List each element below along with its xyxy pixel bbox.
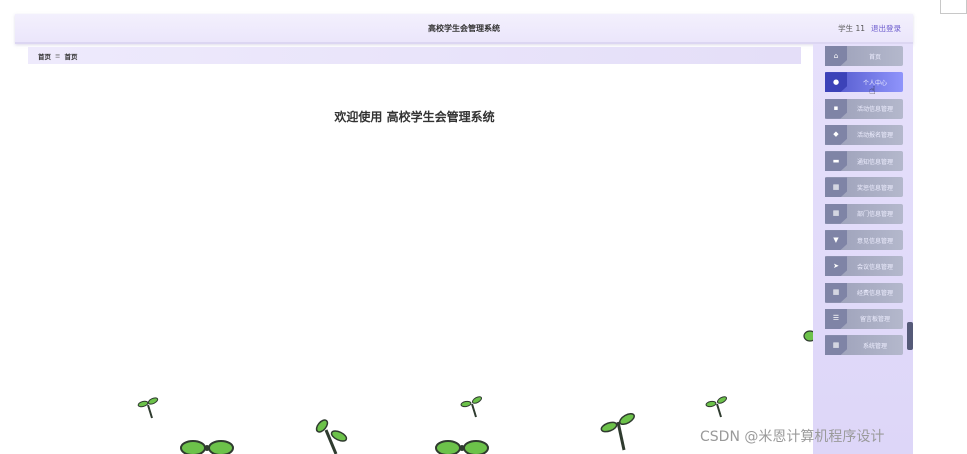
comment-icon: ▼ <box>833 235 839 244</box>
grid-icon: ▦ <box>832 288 840 297</box>
sidebar-item-tab: ▦ <box>825 203 847 224</box>
sidebar-item-6[interactable]: ▦ 部门信息管理 <box>825 203 903 224</box>
sidebar-item-tab: ▼ <box>825 230 847 251</box>
sprout-decoration <box>137 397 159 419</box>
breadcrumb-home[interactable]: 首页 <box>38 51 51 61</box>
sidebar-item-tab: ▪ <box>825 98 847 119</box>
sidebar-item-label: 系统管理 <box>862 342 887 350</box>
sidebar-item-0[interactable]: ⌂ 首页 <box>825 46 903 66</box>
list-icon: ☰ <box>832 314 840 323</box>
sidebar-item-label: 活动信息管理 <box>856 106 893 114</box>
mouse-pointer-icon: ☝ <box>869 84 876 97</box>
sidebar-item-10[interactable]: ☰ 留言板管理 <box>825 308 903 329</box>
sidebar-item-label: 部门信息管理 <box>856 211 893 219</box>
sidebar-item-label: 经费信息管理 <box>856 290 893 298</box>
file-icon: ▪ <box>833 104 839 113</box>
sidebar: ⌂ 首页 ● 个人中心 ▪ 活动信息管理 ◆ 活动报名管理 ▬ 通知信息管理 ▦ 奖惩信息管理 ▦ 部门信… <box>813 44 913 454</box>
sidebar-item-2[interactable]: ▪ 活动信息管理 <box>825 98 903 119</box>
folder-icon: ▬ <box>832 156 840 165</box>
grid-icon: ▦ <box>832 209 840 218</box>
breadcrumb-separator: ≡ <box>55 51 61 60</box>
top-bar: 高校学生会管理系统 学生 11 退出登录 <box>15 14 913 44</box>
home-icon: ⌂ <box>833 51 839 60</box>
sidebar-item-label: 会议信息管理 <box>856 263 893 271</box>
sidebar-item-tab: ▦ <box>825 282 847 303</box>
sprout-decoration <box>180 440 234 454</box>
sprout-decoration <box>600 412 635 451</box>
sidebar-item-tab: ▦ <box>825 335 847 356</box>
sidebar-item-tab: ⌂ <box>825 46 847 66</box>
sprout-decoration <box>315 419 348 454</box>
sidebar-item-7[interactable]: ▼ 意见信息管理 <box>825 230 903 251</box>
sidebar-item-3[interactable]: ◆ 活动报名管理 <box>825 124 903 145</box>
breadcrumb: 首页 ≡ 首页 <box>28 47 801 64</box>
sidebar-item-tab: ▦ <box>825 177 847 198</box>
sprout-decoration <box>435 440 489 454</box>
tag-icon: ◆ <box>833 130 839 139</box>
sidebar-item-tab: ☰ <box>825 308 847 329</box>
sidebar-item-label: 意见信息管理 <box>856 237 893 245</box>
sidebar-item-label: 留言板管理 <box>859 316 890 324</box>
sidebar-item-8[interactable]: ➤ 会议信息管理 <box>825 256 903 277</box>
sidebar-item-label: 奖惩信息管理 <box>856 184 893 192</box>
sprout-decoration <box>705 396 728 418</box>
sidebar-item-label: 活动报名管理 <box>856 132 893 140</box>
user-label: 学生 11 <box>838 24 865 33</box>
welcome-heading: 欢迎使用 高校学生会管理系统 <box>334 110 495 124</box>
sidebar-item-11[interactable]: ▦ 系统管理 <box>825 335 903 356</box>
grid-icon: ▦ <box>832 182 840 191</box>
corner-box <box>940 0 967 14</box>
breadcrumb-current: 首页 <box>64 52 78 61</box>
sidebar-item-label: 首页 <box>868 53 881 61</box>
watermark: CSDN @米恩计算机程序设计 <box>700 429 885 445</box>
sidebar-item-9[interactable]: ▦ 经费信息管理 <box>825 282 903 303</box>
sidebar-item-5[interactable]: ▦ 奖惩信息管理 <box>825 177 903 198</box>
user-area: 学生 11 退出登录 <box>838 23 901 34</box>
sidebar-item-4[interactable]: ▬ 通知信息管理 <box>825 151 903 172</box>
sidebar-menu: ⌂ 首页 ● 个人中心 ▪ 活动信息管理 ◆ 活动报名管理 ▬ 通知信息管理 ▦ 奖惩信息管理 ▦ 部门信… <box>825 46 903 362</box>
sidebar-collapse-handle[interactable] <box>907 322 913 350</box>
sidebar-item-tab: ● <box>825 72 847 93</box>
grid-icon: ▦ <box>832 340 840 349</box>
sidebar-item-label: 通知信息管理 <box>856 158 893 166</box>
sidebar-item-tab: ◆ <box>825 124 847 145</box>
sidebar-item-1[interactable]: ● 个人中心 <box>825 72 903 93</box>
logout-link[interactable]: 退出登录 <box>871 23 901 34</box>
sidebar-item-tab: ➤ <box>825 256 847 277</box>
sidebar-item-tab: ▬ <box>825 151 847 172</box>
user-icon: ● <box>832 77 840 86</box>
app-title: 高校学生会管理系统 <box>428 24 500 33</box>
send-icon: ➤ <box>833 261 839 270</box>
sprout-decoration <box>460 396 483 418</box>
